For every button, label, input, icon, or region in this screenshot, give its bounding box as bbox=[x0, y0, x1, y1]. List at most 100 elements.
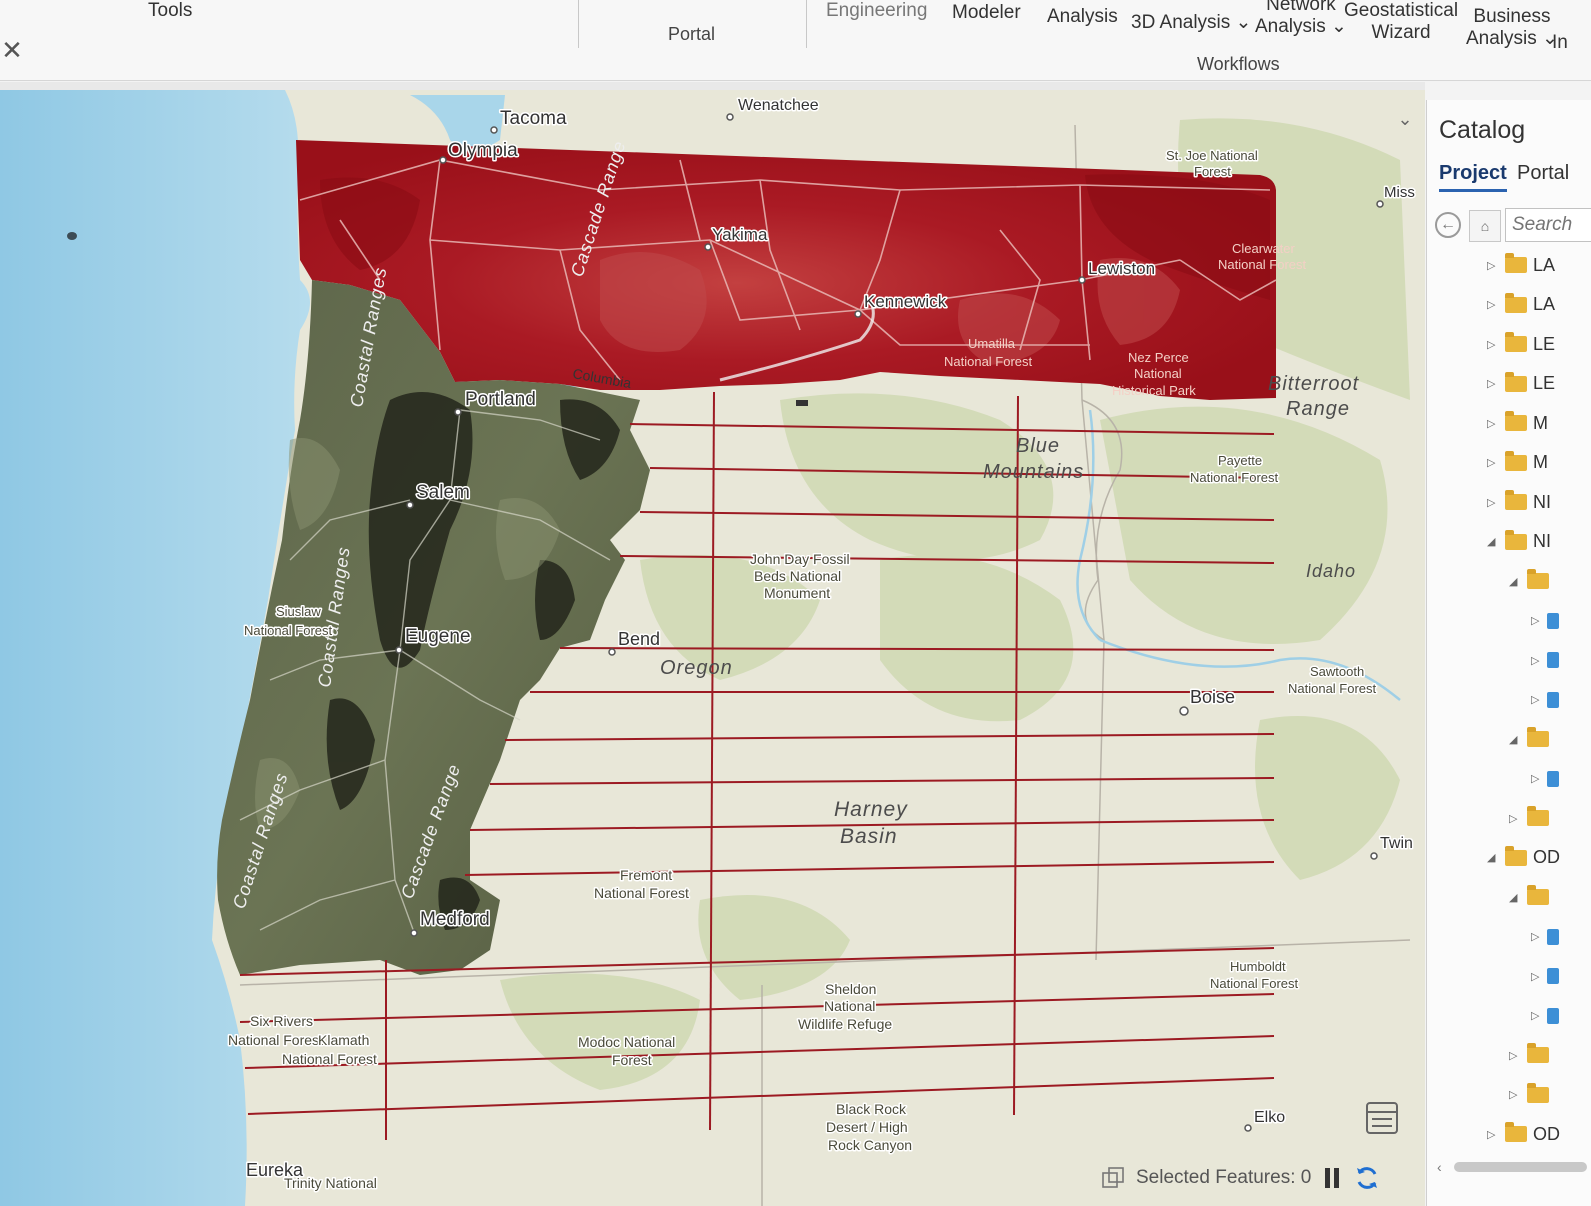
analysis-button[interactable]: Analysis bbox=[1047, 6, 1118, 28]
ribbon-cutoff-button[interactable]: In bbox=[1552, 32, 1568, 54]
tree-expand-icon[interactable]: ▷ bbox=[1487, 259, 1501, 272]
3d-analysis-button[interactable]: 3D Analysis ⌄ bbox=[1131, 12, 1251, 34]
catalog-tree-folder[interactable]: ▷ bbox=[1509, 805, 1555, 831]
tree-collapse-icon[interactable]: ◢ bbox=[1487, 851, 1501, 864]
catalog-tree-folder[interactable]: ▷ LE bbox=[1487, 331, 1555, 357]
tree-expand-icon[interactable]: ▷ bbox=[1487, 298, 1501, 311]
selected-features-count[interactable]: Selected Features: 0 bbox=[1136, 1167, 1311, 1189]
city-label-olympia[interactable]: Olympia bbox=[447, 139, 520, 163]
catalog-tree-folder[interactable]: ◢ bbox=[1509, 726, 1555, 752]
catalog-tree-item[interactable]: ▷ bbox=[1531, 608, 1559, 634]
catalog-tree-item[interactable]: ▷ bbox=[1531, 1003, 1559, 1029]
catalog-tree-folder[interactable]: ◢ bbox=[1509, 884, 1555, 910]
scroll-left-icon[interactable]: ‹ bbox=[1437, 1159, 1442, 1175]
city-label-wenatchee[interactable]: Wenatchee bbox=[737, 96, 821, 116]
forest-label-fremont-1: Fremont bbox=[620, 867, 672, 883]
forest-label-klamath-1: Klamath bbox=[318, 1032, 369, 1048]
catalog-tree-folder[interactable]: ▷ NI bbox=[1487, 489, 1551, 515]
folder-icon bbox=[1505, 411, 1527, 431]
catalog-horizontal-scrollbar[interactable]: ‹ bbox=[1437, 1159, 1587, 1175]
catalog-tree-item[interactable]: ▷ bbox=[1531, 924, 1559, 950]
back-arrow-icon[interactable]: ← bbox=[1435, 212, 1461, 238]
catalog-tree-folder[interactable]: ▷ M bbox=[1487, 450, 1548, 476]
catalog-tree-folder[interactable]: ▷ bbox=[1509, 1042, 1555, 1068]
tree-collapse-icon[interactable]: ◢ bbox=[1509, 733, 1523, 746]
catalog-tree-folder[interactable]: ▷ LA bbox=[1487, 252, 1555, 278]
tree-expand-icon[interactable]: ▷ bbox=[1531, 654, 1545, 667]
tools-button[interactable]: Tools bbox=[148, 0, 192, 22]
region-label-oregon: Oregon bbox=[660, 657, 733, 679]
engineering-button[interactable]: Engineering bbox=[826, 0, 927, 22]
chevron-down-icon[interactable]: ⌄ bbox=[1394, 108, 1416, 130]
map-dot-marker bbox=[67, 232, 77, 240]
tree-collapse-icon[interactable]: ◢ bbox=[1509, 891, 1523, 904]
catalog-tree-folder[interactable]: ◢ NI bbox=[1487, 529, 1551, 555]
attribute-table-icon[interactable] bbox=[1364, 1100, 1400, 1136]
layer-item-icon bbox=[1547, 928, 1559, 945]
tab-portal[interactable]: Portal bbox=[1517, 162, 1569, 185]
network-analysis-button[interactable]: Network Analysis ⌄ bbox=[1255, 0, 1347, 38]
tree-collapse-icon[interactable]: ◢ bbox=[1487, 535, 1501, 548]
catalog-tree-item[interactable]: ▷ bbox=[1531, 963, 1559, 989]
city-label-lewiston[interactable]: Lewiston bbox=[1087, 258, 1157, 280]
business-analysis-button[interactable]: Business Analysis ⌄ bbox=[1466, 6, 1558, 50]
catalog-search-input[interactable] bbox=[1505, 208, 1591, 242]
tree-expand-icon[interactable]: ▷ bbox=[1531, 1009, 1545, 1022]
tree-expand-icon[interactable]: ▷ bbox=[1531, 693, 1545, 706]
tree-expand-icon[interactable]: ▷ bbox=[1487, 338, 1501, 351]
pause-icon[interactable] bbox=[1321, 1165, 1343, 1191]
catalog-tree-folder[interactable]: ▷ OD bbox=[1487, 1121, 1560, 1147]
tree-expand-icon[interactable]: ▷ bbox=[1487, 496, 1501, 509]
tree-expand-icon[interactable]: ▷ bbox=[1509, 812, 1523, 825]
forest-label-humboldt-1: Humboldt bbox=[1230, 959, 1286, 974]
area-label-black-rock-2: Desert / High bbox=[826, 1119, 908, 1135]
city-label-portland[interactable]: Portland bbox=[464, 388, 538, 412]
tree-expand-icon[interactable]: ▷ bbox=[1509, 1049, 1523, 1062]
tree-expand-icon[interactable]: ▷ bbox=[1509, 1088, 1523, 1101]
city-label-boise[interactable]: Boise bbox=[1189, 686, 1237, 709]
modeler-button[interactable]: Modeler bbox=[952, 2, 1021, 24]
geostatistical-wizard-button[interactable]: Geostatistical Wizard bbox=[1344, 0, 1458, 44]
city-label-bend[interactable]: Bend bbox=[617, 628, 662, 651]
scrollbar-thumb[interactable] bbox=[1453, 1162, 1587, 1172]
city-label-elko[interactable]: Elko bbox=[1253, 1108, 1287, 1128]
city-label-missoula[interactable]: Miss bbox=[1383, 183, 1417, 203]
tree-expand-icon[interactable]: ▷ bbox=[1531, 614, 1545, 627]
catalog-tree-folder[interactable]: ◢ OD bbox=[1487, 845, 1560, 871]
tree-expand-icon[interactable]: ▷ bbox=[1487, 417, 1501, 430]
map-canvas[interactable]: Tacoma Olympia Wenatchee Yakima Kennewic… bbox=[0, 90, 1425, 1206]
tree-collapse-icon[interactable]: ◢ bbox=[1509, 575, 1523, 588]
tree-expand-icon[interactable]: ▷ bbox=[1487, 456, 1501, 469]
catalog-tree-item[interactable]: ▷ bbox=[1531, 766, 1559, 792]
city-label-medford[interactable]: Medford bbox=[419, 908, 492, 932]
catalog-tree-folder[interactable]: ▷ M bbox=[1487, 410, 1548, 436]
tree-expand-icon[interactable]: ▷ bbox=[1531, 970, 1545, 983]
city-label-yakima[interactable]: Yakima bbox=[711, 224, 770, 246]
city-label-tacoma[interactable]: Tacoma bbox=[499, 107, 569, 131]
catalog-tree-item[interactable]: ▷ bbox=[1531, 647, 1559, 673]
catalog-home-icon[interactable]: ⌂ bbox=[1469, 210, 1501, 242]
geostatistical-line1: Geostatistical bbox=[1344, 0, 1459, 21]
tree-expand-icon[interactable]: ▷ bbox=[1487, 377, 1501, 390]
city-label-twin-falls[interactable]: Twin bbox=[1379, 834, 1415, 854]
catalog-tree-folder[interactable]: ▷ LA bbox=[1487, 292, 1555, 318]
tree-expand-icon[interactable]: ▷ bbox=[1531, 930, 1545, 943]
monument-label-john-day-1: John Day Fossil bbox=[750, 551, 850, 567]
catalog-tree-folder[interactable]: ▷ bbox=[1509, 1082, 1555, 1108]
tree-expand-icon[interactable]: ▷ bbox=[1531, 772, 1545, 785]
catalog-tree-item[interactable]: ▷ bbox=[1531, 687, 1559, 713]
selected-features-icon[interactable] bbox=[1100, 1165, 1126, 1191]
close-icon[interactable]: ✕ bbox=[0, 30, 24, 70]
tree-expand-icon[interactable]: ▷ bbox=[1487, 1128, 1501, 1141]
catalog-tree-folder[interactable]: ▷ LE bbox=[1487, 371, 1555, 397]
city-label-eugene[interactable]: Eugene bbox=[404, 625, 473, 649]
map-view[interactable]: Tacoma Olympia Wenatchee Yakima Kennewic… bbox=[0, 90, 1425, 1206]
region-label-bitterroot-1: Bitterroot bbox=[1268, 373, 1360, 395]
folder-icon bbox=[1527, 1043, 1549, 1063]
tab-project[interactable]: Project bbox=[1439, 162, 1507, 192]
ribbon-separator bbox=[806, 0, 807, 48]
catalog-tree-folder[interactable]: ◢ bbox=[1509, 568, 1555, 594]
city-label-salem[interactable]: Salem bbox=[415, 481, 472, 505]
refresh-icon[interactable] bbox=[1353, 1164, 1381, 1192]
city-label-kennewick[interactable]: Kennewick bbox=[863, 291, 949, 313]
